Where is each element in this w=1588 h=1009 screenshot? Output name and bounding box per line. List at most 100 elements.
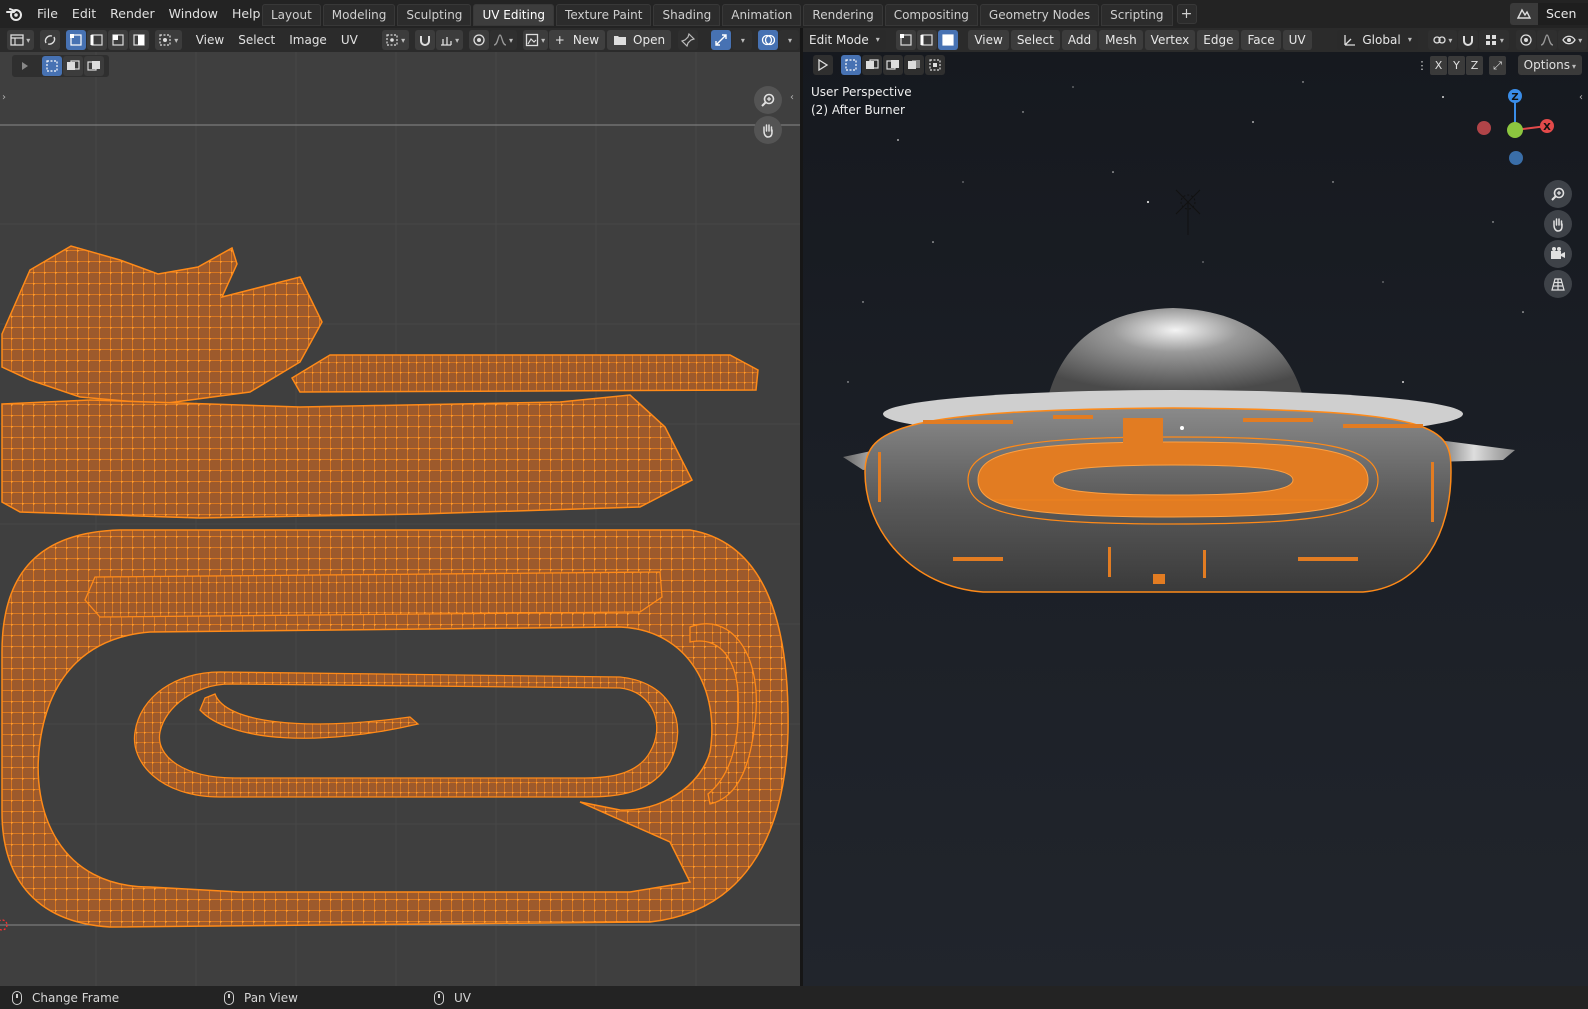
3d-viewport[interactable]: User Perspective (2) After Burner ⋮ X Y … <box>803 52 1588 986</box>
select-extend-icon[interactable] <box>63 56 83 76</box>
uv-island-arc[interactable] <box>1 245 323 405</box>
tab-scripting[interactable]: Scripting <box>1101 4 1173 26</box>
blender-logo-icon[interactable] <box>0 0 30 28</box>
pivot-point-icon[interactable]: ▾ <box>1427 30 1458 50</box>
uv-menu-uv[interactable]: UV <box>334 30 365 50</box>
tab-shading[interactable]: Shading <box>653 4 721 26</box>
topology-mirror-icon[interactable]: ⤢ <box>1489 55 1506 75</box>
tab-texture-paint[interactable]: Texture Paint <box>556 4 652 26</box>
vp-menu-view[interactable]: View <box>968 30 1009 50</box>
uv-menu-image[interactable]: Image <box>282 30 334 50</box>
vertex-select-icon[interactable] <box>65 30 86 50</box>
vp-sidebar-expand-icon[interactable]: ‹ <box>1579 92 1588 106</box>
editor-type-icon[interactable]: ▾ <box>6 30 34 50</box>
tab-layout[interactable]: Layout <box>262 4 321 26</box>
vp-menu-face[interactable]: Face <box>1241 30 1281 50</box>
overlay-dropdown[interactable]: ▾ <box>778 30 799 50</box>
sticky-select-icon[interactable]: ▾ <box>154 30 182 50</box>
vp-menu-mesh[interactable]: Mesh <box>1099 30 1143 50</box>
select-box-icon[interactable] <box>42 56 62 76</box>
uv-menu-view[interactable]: View <box>189 30 231 50</box>
edge-select-icon[interactable] <box>86 30 107 50</box>
uv-menu-select[interactable]: Select <box>231 30 282 50</box>
image-browse-icon[interactable]: ▾ <box>522 30 548 50</box>
scene-selector[interactable]: Scen <box>1510 3 1588 25</box>
vp-menu-select[interactable]: Select <box>1010 30 1060 50</box>
vp-menu-vertex[interactable]: Vertex <box>1144 30 1196 50</box>
saucer-dome[interactable] <box>1048 308 1303 397</box>
sync-selection-icon[interactable] <box>39 30 60 50</box>
mirror-z-button[interactable]: Z <box>1466 55 1483 75</box>
menu-window[interactable]: Window <box>162 3 225 25</box>
vp-hand-pan-icon[interactable] <box>1544 210 1572 238</box>
uv-island-strip[interactable] <box>290 354 759 393</box>
mirror-y-button[interactable]: Y <box>1448 55 1465 75</box>
overlay-icon[interactable] <box>757 30 778 50</box>
scene-name[interactable]: Scen <box>1538 3 1588 25</box>
tab-modeling[interactable]: Modeling <box>322 4 396 26</box>
add-workspace-button[interactable]: + <box>1176 4 1197 24</box>
edge-mode-icon[interactable] <box>916 30 937 50</box>
tab-sculpting[interactable]: Sculpting <box>397 4 472 26</box>
tab-compositing[interactable]: Compositing <box>884 4 978 26</box>
visibility-icon[interactable]: ▾ <box>1557 30 1587 50</box>
grid-icon[interactable] <box>1544 270 1572 298</box>
vp-snap-icon[interactable] <box>1458 30 1479 50</box>
vp-menu-edge[interactable]: Edge <box>1197 30 1240 50</box>
menu-edit[interactable]: Edit <box>65 3 103 25</box>
toolbar-expand-icon[interactable]: › <box>2 92 12 106</box>
vp-zoom-icon[interactable] <box>1544 180 1572 208</box>
sidebar-expand-icon[interactable]: ‹ <box>790 92 800 106</box>
menu-render[interactable]: Render <box>103 3 162 25</box>
vp-select-subtract-icon[interactable] <box>883 55 903 75</box>
transform-orientation-selector[interactable]: Global ▾ <box>1337 30 1418 50</box>
pivot-icon[interactable]: ▾ <box>381 30 409 50</box>
face-mode-icon[interactable] <box>937 30 958 50</box>
light-object[interactable] <box>1175 189 1201 235</box>
camera-icon[interactable] <box>1544 240 1572 268</box>
menu-file[interactable]: File <box>30 3 65 25</box>
vp-tool-cursor-icon[interactable] <box>813 55 833 75</box>
uv-island-band[interactable] <box>1 394 694 519</box>
gizmo-dropdown[interactable]: ▾ <box>731 30 752 50</box>
tool-cursor-icon[interactable] <box>15 56 35 76</box>
tab-uv-editing[interactable]: UV Editing <box>473 4 555 26</box>
transform-orientation-icon <box>1344 35 1356 46</box>
mode-selector[interactable]: Edit Mode ▾ <box>803 30 886 50</box>
options-dropdown[interactable]: Options ▾ <box>1517 55 1582 75</box>
vp-select-box-icon[interactable] <box>841 55 861 75</box>
tab-rendering[interactable]: Rendering <box>803 4 883 26</box>
vp-select-extend-icon[interactable] <box>862 55 882 75</box>
vp-proportional-icon[interactable] <box>1515 30 1536 50</box>
proportional-icon[interactable] <box>468 30 489 50</box>
vp-menu-add[interactable]: Add <box>1061 30 1098 50</box>
hand-pan-icon[interactable] <box>754 116 782 144</box>
uv-island-upper-strip[interactable] <box>84 571 663 618</box>
falloff-icon[interactable]: ▾ <box>489 30 517 50</box>
mirror-toggle-icon[interactable]: ⋮ <box>1415 56 1429 75</box>
zoom-icon[interactable] <box>754 86 782 114</box>
face-select-icon[interactable] <box>107 30 128 50</box>
uv-island-inner-arc[interactable] <box>199 693 420 739</box>
snap-target-icon[interactable]: ▾ <box>435 30 463 50</box>
status-pan-view: Pan View <box>224 989 298 1006</box>
open-image-button[interactable]: Open <box>607 30 672 50</box>
new-image-button[interactable]: + New <box>548 30 606 50</box>
vp-select-invert-icon[interactable] <box>904 55 924 75</box>
uv-editor-area[interactable]: › ‹ <box>0 52 800 986</box>
island-select-icon[interactable] <box>128 30 149 50</box>
vertex-mode-icon[interactable] <box>895 30 916 50</box>
vp-falloff-icon[interactable] <box>1536 30 1557 50</box>
mirror-x-button[interactable]: X <box>1430 55 1447 75</box>
snap-icon[interactable] <box>414 30 435 50</box>
tab-animation[interactable]: Animation <box>722 4 802 26</box>
pin-icon[interactable] <box>678 30 699 50</box>
select-subtract-icon[interactable] <box>84 56 104 76</box>
vp-select-intersect-icon[interactable] <box>925 55 945 75</box>
tab-geometry-nodes[interactable]: Geometry Nodes <box>979 4 1100 26</box>
scene-icon[interactable] <box>1510 3 1538 25</box>
vp-menu-uv[interactable]: UV <box>1282 30 1312 50</box>
navigation-gizmo[interactable]: Z X <box>1471 84 1561 174</box>
gizmo-icon[interactable] <box>710 30 731 50</box>
snap-element-icon[interactable]: ▾ <box>1479 30 1509 50</box>
